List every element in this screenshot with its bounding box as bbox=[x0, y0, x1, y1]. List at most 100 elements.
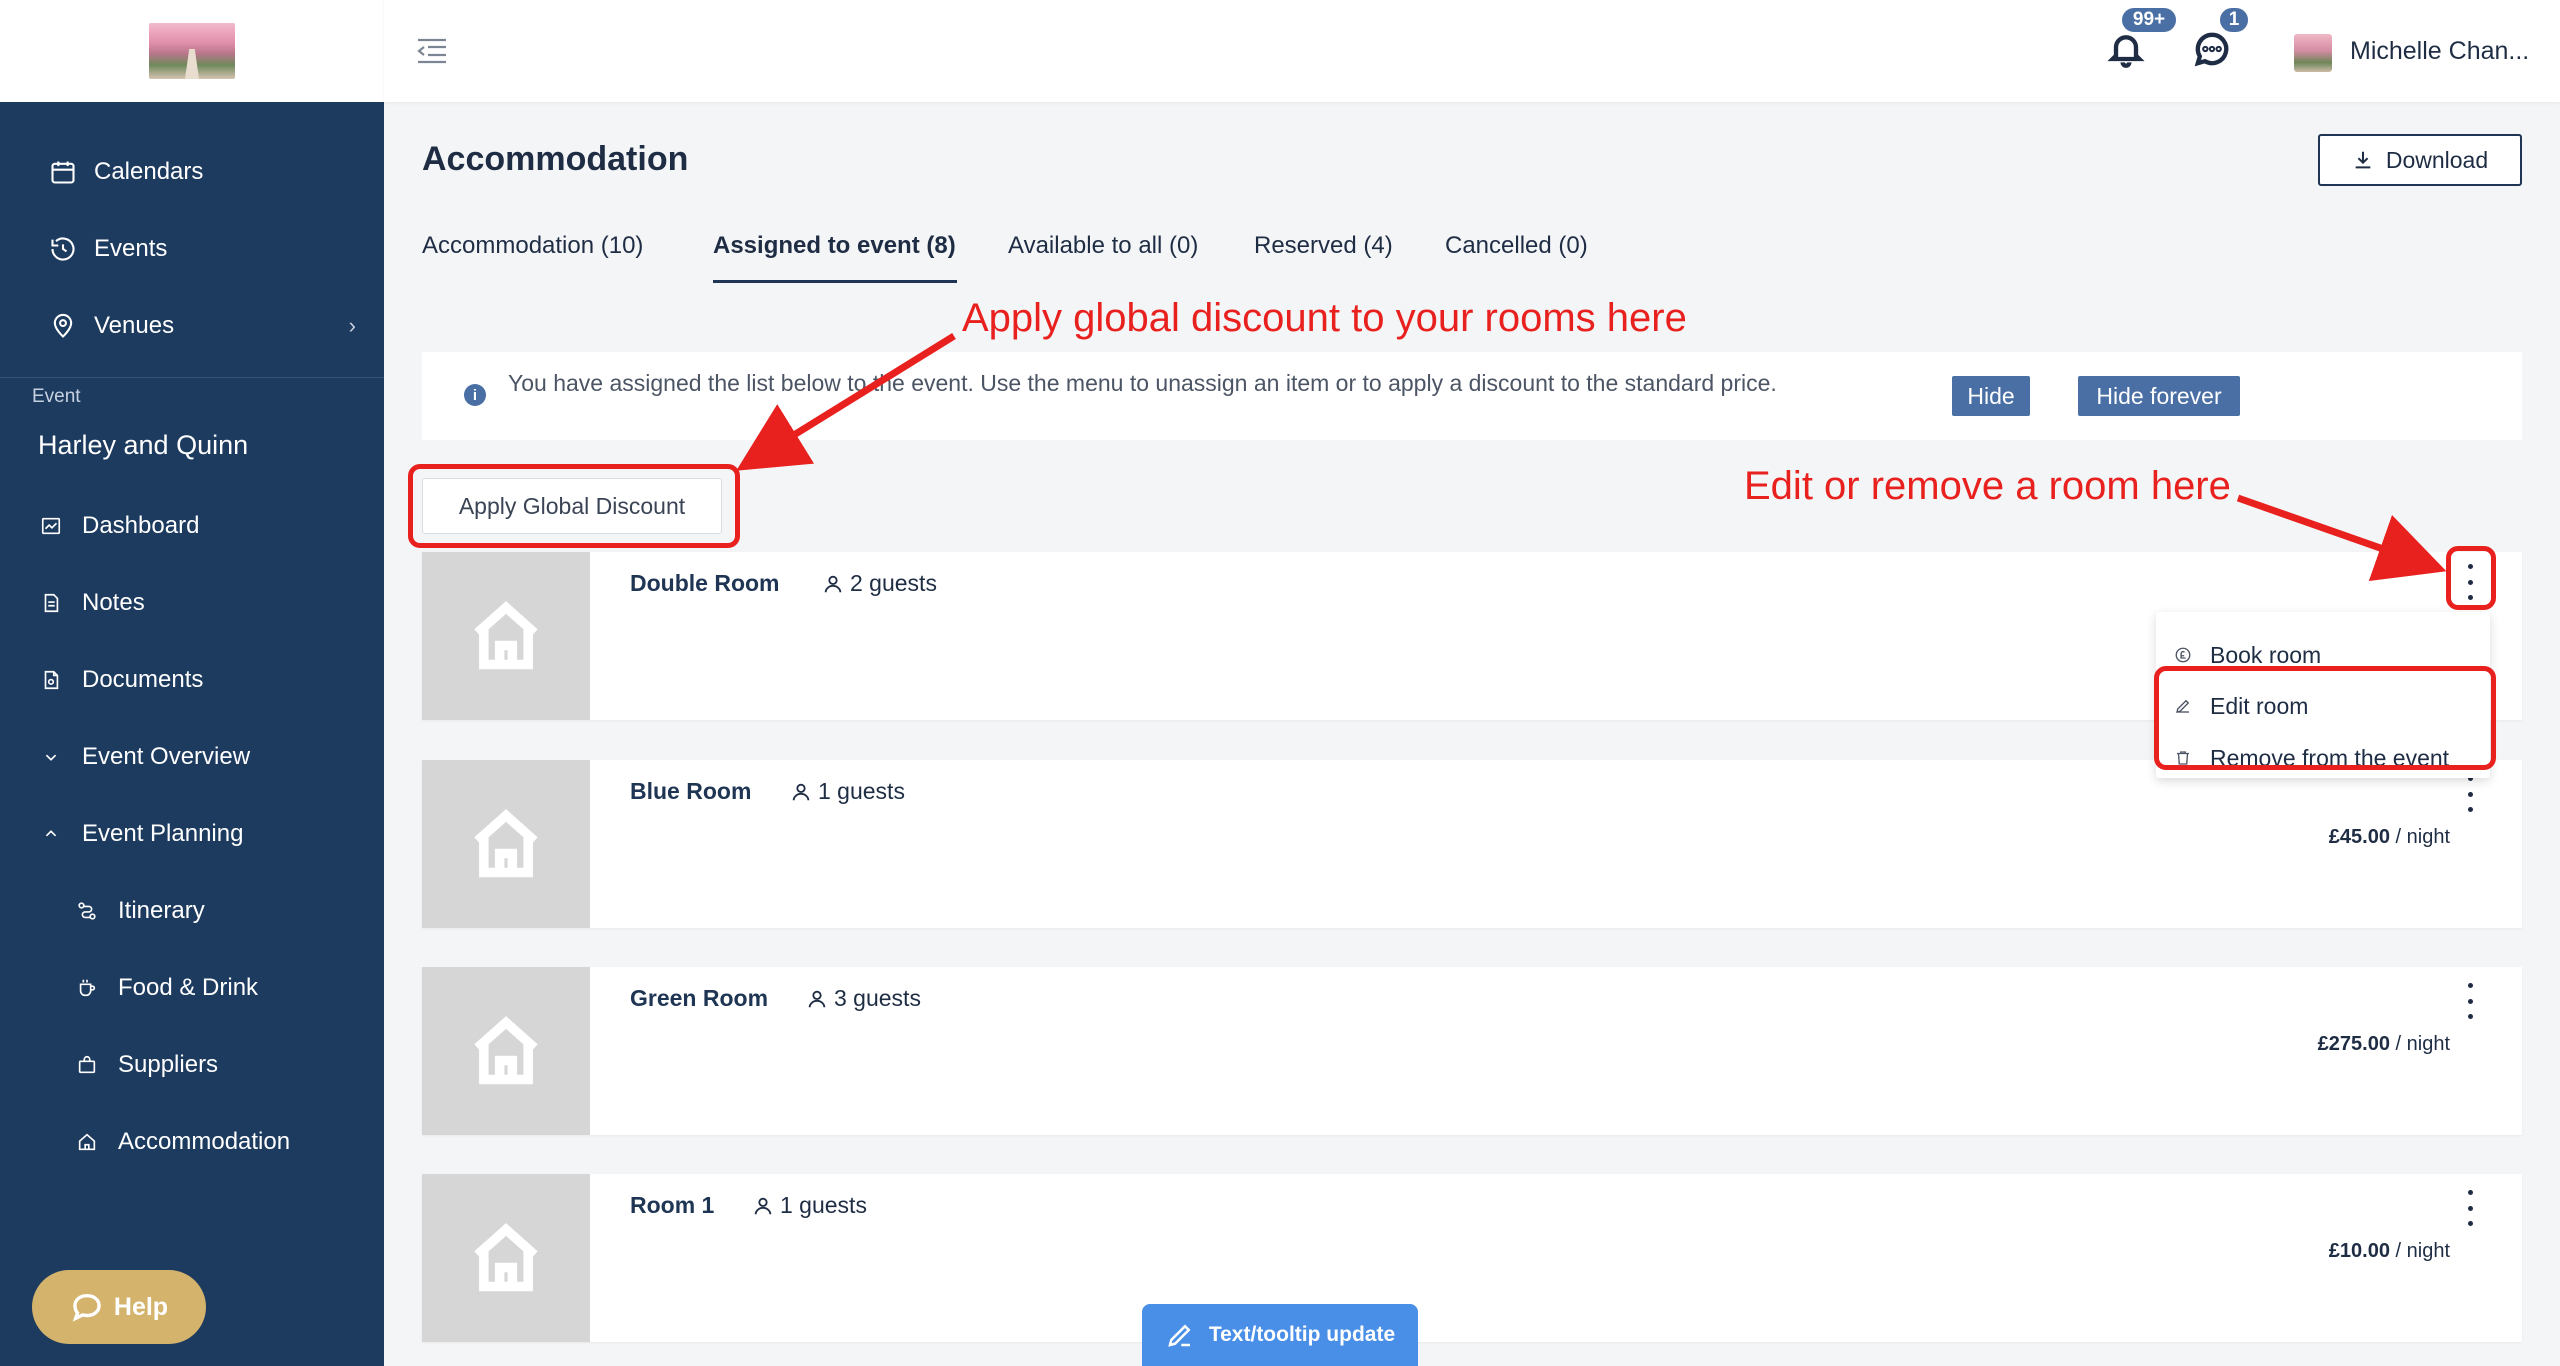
calendar-icon bbox=[48, 157, 78, 187]
room-card[interactable]: Blue Room 1 guests £45.00 / night bbox=[422, 760, 2522, 928]
sidebar-item-label: Venues bbox=[94, 312, 175, 339]
room-name[interactable]: Blue Room bbox=[630, 778, 751, 805]
sidebar-item-label: Calendars bbox=[94, 158, 204, 185]
chart-icon bbox=[36, 511, 66, 541]
download-label: Download bbox=[2385, 146, 2489, 173]
guests-label: 3 guests bbox=[834, 985, 921, 1011]
home-icon bbox=[72, 1127, 102, 1157]
event-section-label: Event bbox=[32, 386, 81, 407]
person-icon bbox=[792, 783, 810, 800]
tab-available-to-all[interactable]: Available to all (0) bbox=[1008, 232, 1198, 260]
tooltip-update-label: Text/tooltip update bbox=[1208, 1323, 1396, 1346]
text-tooltip-update-button[interactable]: Text/tooltip update bbox=[1142, 1304, 1418, 1366]
person-icon bbox=[824, 575, 842, 592]
sidebar-item-event-planning[interactable]: Event Planning bbox=[0, 804, 384, 864]
house-placeholder-icon bbox=[474, 809, 538, 878]
notifications-badge: 99+ bbox=[2120, 6, 2178, 34]
price-value: £10.00 bbox=[2328, 1240, 2390, 1262]
help-label: Help bbox=[113, 1292, 169, 1321]
collapse-menu-icon[interactable] bbox=[416, 36, 448, 66]
messages-badge: 1 bbox=[2218, 6, 2250, 34]
sidebar-item-event-overview[interactable]: Event Overview bbox=[0, 727, 384, 787]
sidebar-item-notes[interactable]: Notes bbox=[0, 573, 384, 633]
cup-icon bbox=[72, 973, 102, 1003]
sidebar: Calendars Events Venues › Event Harley a… bbox=[0, 0, 384, 1366]
room-name[interactable]: Room 1 bbox=[630, 1192, 714, 1219]
price-value: £45.00 bbox=[2328, 826, 2390, 848]
room-guests: 3 guests bbox=[806, 985, 921, 1012]
document-icon bbox=[36, 665, 66, 695]
more-options-icon[interactable] bbox=[2462, 983, 2478, 1019]
annotation-highlight-kebab bbox=[2446, 546, 2496, 610]
guests-label: 2 guests bbox=[850, 570, 937, 596]
annotation-highlight-edit-remove bbox=[2154, 666, 2496, 770]
room-guests: 1 guests bbox=[752, 1192, 867, 1219]
room-card[interactable]: Green Room 3 guests £275.00 / night bbox=[422, 967, 2522, 1135]
sidebar-item-itinerary[interactable]: Itinerary bbox=[0, 881, 384, 941]
room-price: £10.00 / night bbox=[2329, 1240, 2450, 1263]
sidebar-item-label: Dashboard bbox=[82, 512, 200, 539]
hide-button[interactable]: Hide bbox=[1952, 376, 2030, 416]
sidebar-item-label: Event Overview bbox=[82, 743, 251, 770]
tab-assigned-to-event[interactable]: Assigned to event (8) bbox=[713, 232, 956, 260]
room-thumbnail bbox=[422, 1174, 590, 1342]
avatar[interactable] bbox=[2294, 34, 2332, 72]
guests-label: 1 guests bbox=[818, 778, 905, 804]
house-placeholder-icon bbox=[474, 601, 538, 670]
event-name: Harley and Quinn bbox=[38, 430, 249, 460]
history-icon bbox=[48, 234, 78, 264]
active-tab-indicator bbox=[713, 280, 957, 283]
sidebar-item-label: Documents bbox=[82, 666, 204, 693]
room-name[interactable]: Green Room bbox=[630, 985, 768, 1012]
pencil-icon bbox=[1168, 1324, 1191, 1347]
price-unit: / night bbox=[2395, 1033, 2450, 1055]
tab-accommodation[interactable]: Accommodation (10) bbox=[422, 232, 643, 260]
sidebar-item-calendars[interactable]: Calendars bbox=[0, 142, 384, 202]
sidebar-item-suppliers[interactable]: Suppliers bbox=[0, 1035, 384, 1095]
person-icon bbox=[808, 990, 826, 1007]
room-price: £275.00 / night bbox=[2318, 1033, 2450, 1056]
sidebar-item-events[interactable]: Events bbox=[0, 219, 384, 279]
sidebar-item-label: Accommodation bbox=[118, 1128, 291, 1155]
sidebar-item-dashboard[interactable]: Dashboard bbox=[0, 496, 384, 556]
menu-item-label: Book room bbox=[2210, 641, 2322, 668]
download-button[interactable]: Download bbox=[2318, 134, 2522, 186]
top-bar: 99+ 1 Michelle Chan... bbox=[384, 0, 2560, 102]
room-guests: 2 guests bbox=[822, 570, 937, 597]
price-unit: / night bbox=[2395, 826, 2450, 848]
guests-label: 1 guests bbox=[780, 1192, 867, 1218]
sidebar-item-food-drink[interactable]: Food & Drink bbox=[0, 958, 384, 1018]
tab-cancelled[interactable]: Cancelled (0) bbox=[1445, 232, 1588, 260]
page-title: Accommodation bbox=[422, 140, 689, 178]
help-button[interactable]: Help bbox=[32, 1270, 206, 1344]
more-options-icon[interactable] bbox=[2462, 776, 2478, 812]
route-icon bbox=[72, 896, 102, 926]
sidebar-item-venues[interactable]: Venues › bbox=[0, 296, 384, 356]
room-thumbnail bbox=[422, 967, 590, 1135]
logo-area bbox=[0, 0, 384, 102]
room-name[interactable]: Double Room bbox=[630, 570, 780, 597]
info-text: You have assigned the list below to the … bbox=[508, 370, 1777, 396]
room-thumbnail bbox=[422, 760, 590, 928]
sidebar-divider bbox=[0, 377, 384, 378]
chevron-right-icon: › bbox=[348, 313, 356, 338]
info-banner: i You have assigned the list below to th… bbox=[422, 352, 2522, 440]
sidebar-item-label: Itinerary bbox=[118, 897, 205, 924]
tab-reserved[interactable]: Reserved (4) bbox=[1254, 232, 1393, 260]
house-placeholder-icon bbox=[474, 1016, 538, 1085]
sidebar-item-documents[interactable]: Documents bbox=[0, 650, 384, 710]
notifications-bell-icon[interactable] bbox=[2106, 28, 2146, 72]
sidebar-item-accommodation[interactable]: Accommodation bbox=[0, 1112, 384, 1172]
more-options-icon[interactable] bbox=[2462, 1190, 2478, 1226]
sidebar-item-label: Events bbox=[94, 235, 168, 262]
sidebar-item-label: Event Planning bbox=[82, 820, 244, 847]
download-icon bbox=[2355, 151, 2371, 169]
chat-bubble-icon bbox=[72, 1293, 101, 1322]
annotation-highlight-discount bbox=[408, 464, 740, 548]
hide-forever-button[interactable]: Hide forever bbox=[2078, 376, 2240, 416]
chevron-up-icon bbox=[36, 819, 66, 849]
messages-icon[interactable] bbox=[2192, 28, 2234, 72]
user-name[interactable]: Michelle Chan... bbox=[2350, 37, 2529, 66]
room-card[interactable]: Room 1 1 guests £10.00 / night bbox=[422, 1174, 2522, 1342]
brand-logo[interactable] bbox=[149, 23, 235, 79]
